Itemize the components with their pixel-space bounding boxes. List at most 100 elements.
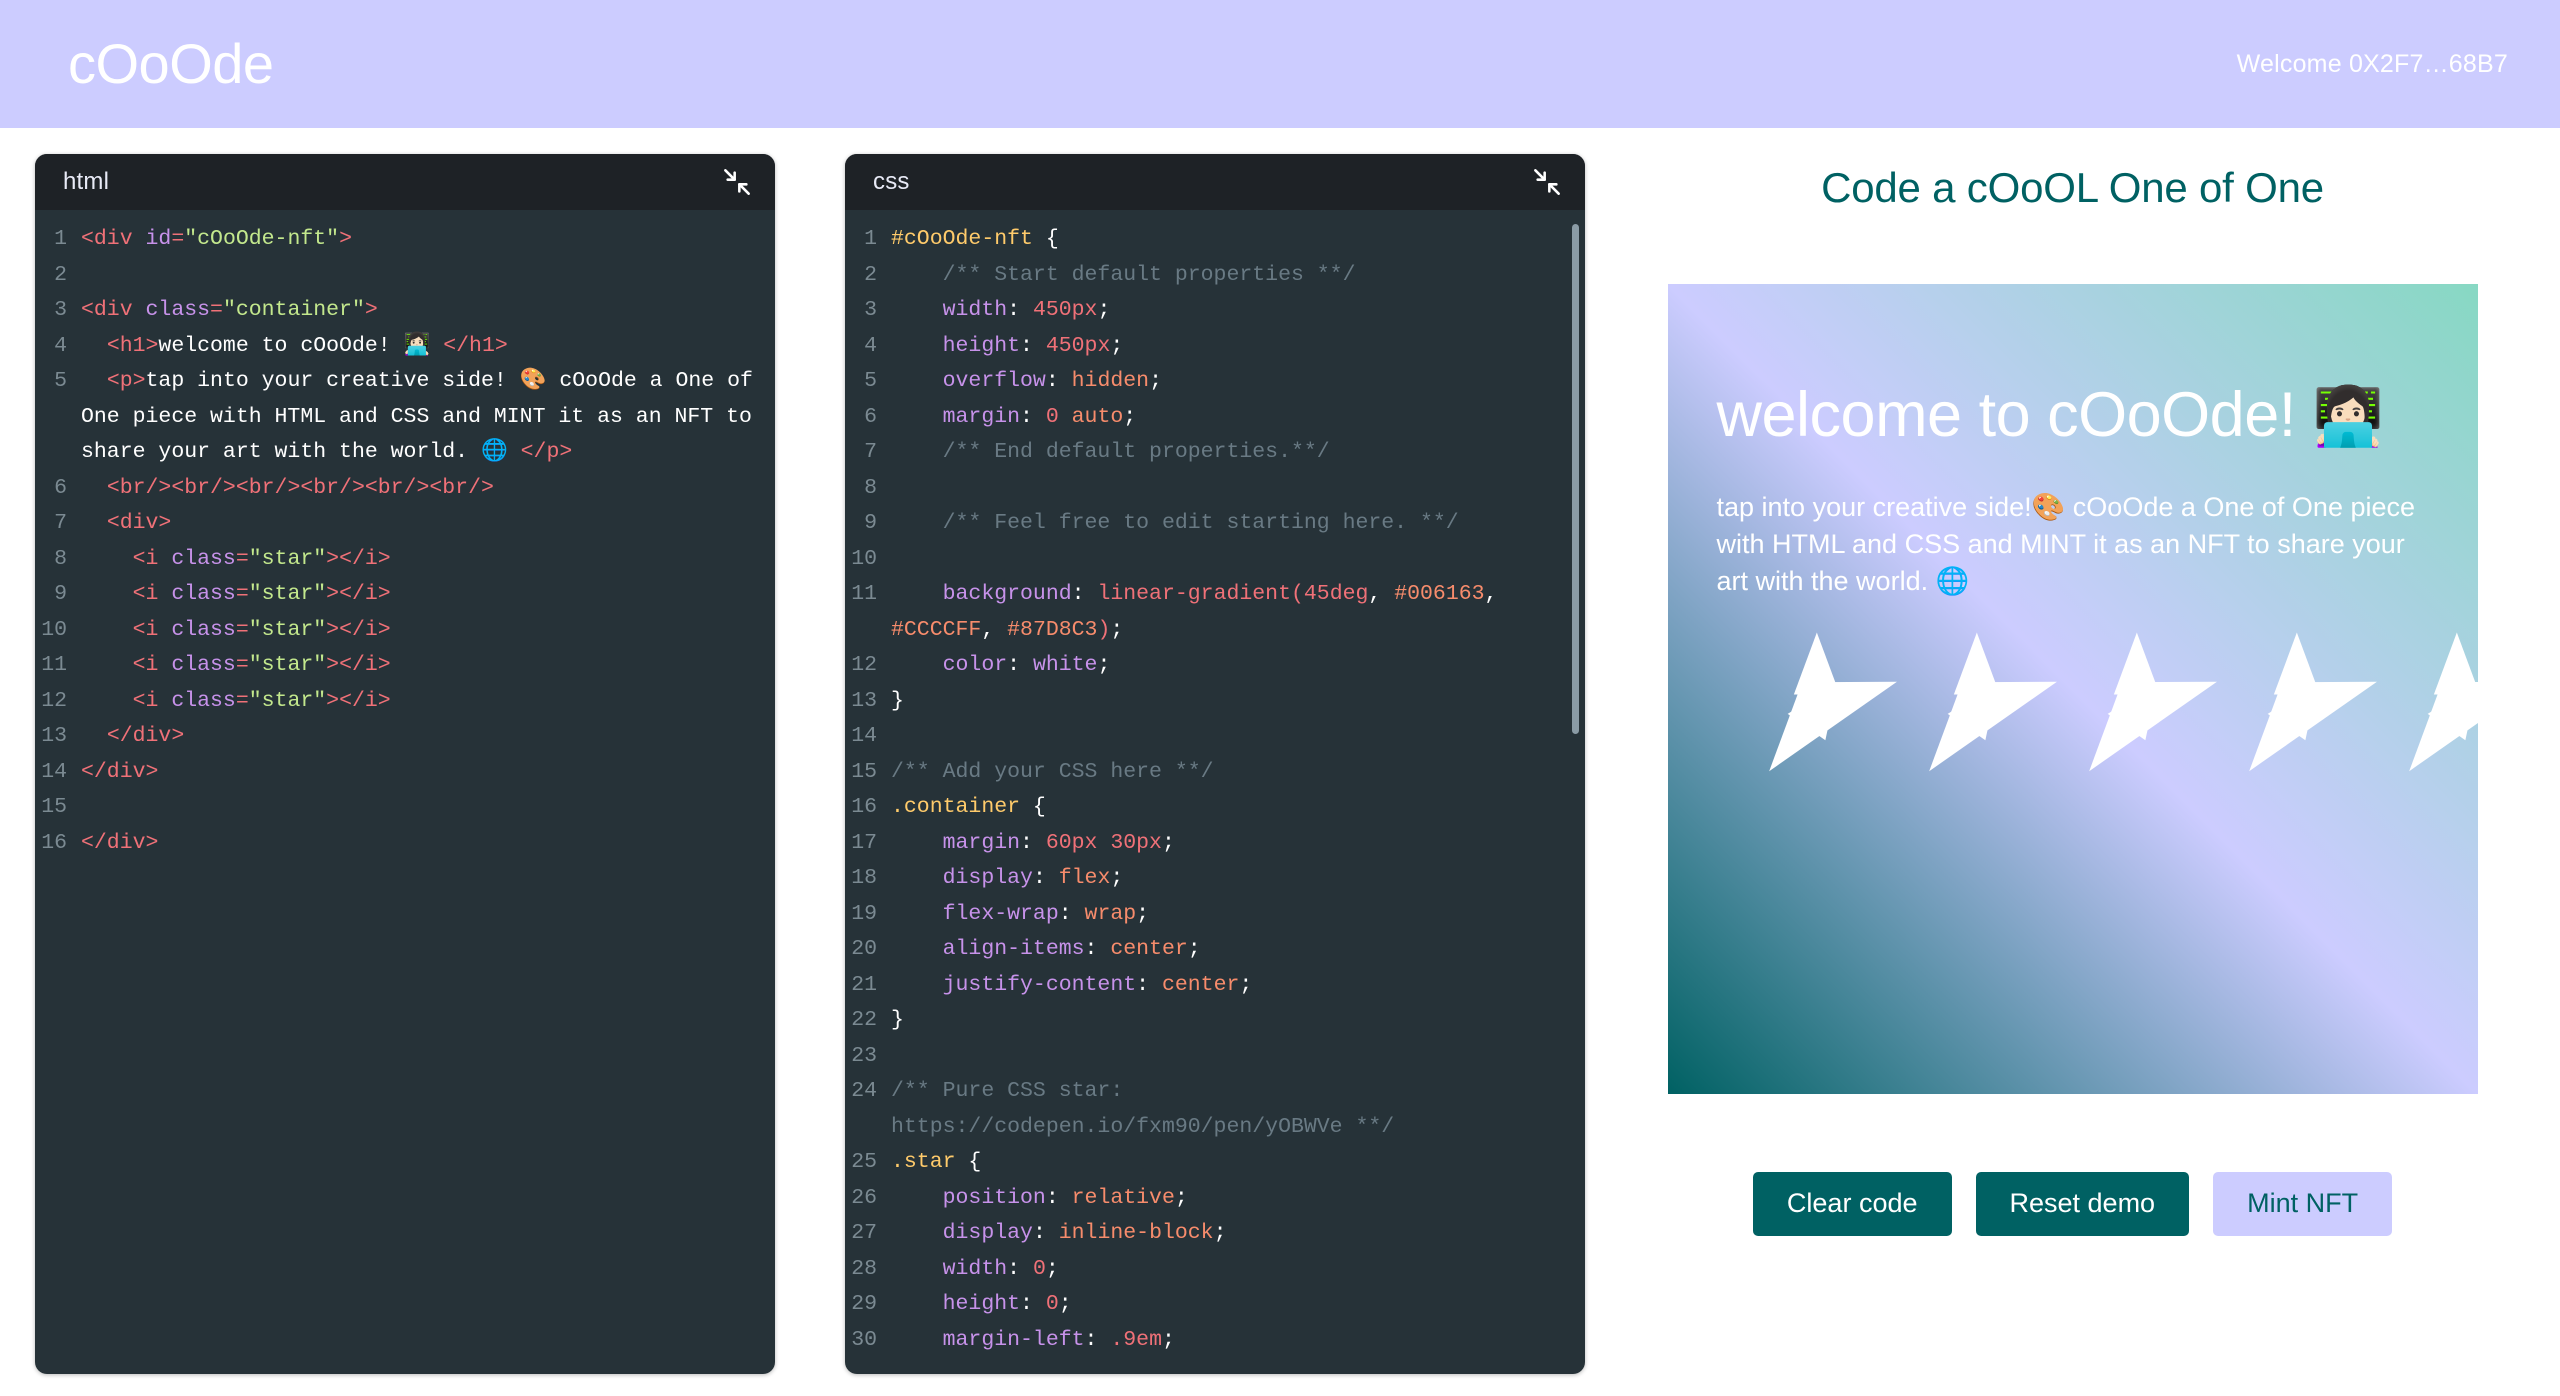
code-token: ; <box>1110 617 1124 642</box>
code-token: margin <box>891 830 1021 855</box>
css-editor-title: css <box>873 168 910 195</box>
code-line: 22} <box>845 1003 1585 1039</box>
code-line: 3 width: 450px; <box>845 293 1585 329</box>
html-editor-panel: html 1 <div id="cOoOde-nft"> 2 3 <div class… <box>35 154 775 1374</box>
mint-nft-button[interactable]: Mint NFT <box>2213 1172 2393 1236</box>
code-token: : <box>1032 866 1059 890</box>
code-token: #87D8C3 <box>1007 617 1098 642</box>
code-line-text: /** Add your CSS here **/ <box>891 755 1585 791</box>
collapse-arrows-icon[interactable] <box>1533 168 1561 196</box>
code-line: 1 <div id="cOoOde-nft"> <box>35 222 775 258</box>
code-line: 30 margin-left: .9em; <box>845 1323 1585 1359</box>
code-line: 5 <p>tap into your creative side! 🎨 cOoO… <box>35 364 775 471</box>
code-token: <br/><br/><br/><br/><br/><br/> <box>106 475 494 500</box>
code-token: : <box>1020 830 1046 855</box>
line-number: 11 <box>41 653 67 677</box>
code-line-text: color: white; <box>891 648 1585 684</box>
code-token: 60px 30px <box>1045 830 1162 855</box>
code-line: 14 </div> <box>35 755 775 791</box>
code-token: : <box>1084 1327 1111 1352</box>
brand-logo[interactable]: cOoOde <box>68 36 274 92</box>
code-token: ></i> <box>326 688 391 713</box>
code-token: wrap <box>1084 901 1137 926</box>
code-token: : <box>1045 1185 1072 1210</box>
code-token: class <box>171 653 236 677</box>
code-token: , <box>981 617 1008 642</box>
code-line-text: <i class="star"></i> <box>81 684 775 720</box>
code-token: } <box>891 1008 904 1032</box>
css-editor-panel: css 1 #cOoOde-nft {2 /** Start default pr… <box>845 154 1585 1374</box>
line-number: 8 <box>864 475 877 500</box>
html-code-area[interactable]: 1 <div id="cOoOde-nft"> 2 3 <div class="con… <box>35 210 775 1374</box>
code-line: 5 overflow: hidden; <box>845 364 1585 400</box>
code-token: 0 <box>1045 1292 1059 1316</box>
code-token: = <box>210 298 223 322</box>
code-line: 2 /** Start default properties **/ <box>845 258 1585 294</box>
reset-demo-button[interactable]: Reset demo <box>1975 1172 2190 1236</box>
code-token: ; <box>1213 1221 1227 1245</box>
code-token: 450px <box>1045 333 1111 358</box>
code-token: ; <box>1058 1292 1072 1316</box>
collapse-arrows-icon[interactable] <box>723 168 751 196</box>
code-line-text: .container { <box>891 790 1585 826</box>
code-token: /** Start default properties **/ <box>891 262 1356 287</box>
code-token: , <box>1484 582 1511 606</box>
code-token: #006163 <box>1394 582 1485 606</box>
code-token: = <box>235 546 249 571</box>
code-line: 11 background: linear-gradient(45deg, #0… <box>845 577 1585 648</box>
code-line: 20 align-items: center; <box>845 932 1585 968</box>
code-token: </div> <box>81 759 159 784</box>
code-line: 15 /** Add your CSS here **/ <box>845 755 1585 791</box>
code-token: overflow <box>891 369 1046 393</box>
code-line: 10 <box>845 542 1585 578</box>
line-number: 18 <box>851 866 877 890</box>
code-token: class <box>171 582 236 606</box>
line-number: 23 <box>851 1043 877 1068</box>
code-line-text: height: 450px; <box>891 329 1585 365</box>
css-code-area[interactable]: 1 #cOoOde-nft {2 /** Start default proper… <box>845 210 1585 1374</box>
code-token: ) <box>1097 617 1111 642</box>
css-editor-scrollbar[interactable] <box>1572 224 1579 734</box>
code-token: </div> <box>106 724 185 748</box>
nft-paragraph: tap into your creative side!🎨 cOoOde a O… <box>1717 489 2429 600</box>
line-number: 6 <box>864 404 877 429</box>
code-token: : <box>1071 582 1098 606</box>
code-token: inline-block <box>1058 1221 1214 1245</box>
nft-preview-canvas: welcome to cOoOde! 👩🏻‍💻 tap into your cr… <box>1667 284 2478 1094</box>
code-token: /** End default properties.**/ <box>891 440 1330 464</box>
code-line-text: display: flex; <box>891 861 1585 897</box>
code-token: <i <box>132 582 172 606</box>
code-token: } <box>891 688 904 713</box>
code-token: 45deg <box>1303 582 1369 606</box>
code-token: ; <box>1123 404 1137 429</box>
code-token: <div <box>81 227 146 251</box>
code-token: linear-gradient( <box>1097 582 1304 606</box>
code-line-text: overflow: hidden; <box>891 364 1585 400</box>
code-token: .container <box>891 795 1021 819</box>
line-number: 14 <box>41 759 67 784</box>
woman-technologist-emoji: 👩🏻‍💻 <box>2312 385 2384 449</box>
code-token: height <box>891 1292 1021 1316</box>
line-number: 4 <box>54 333 67 358</box>
code-token: : <box>1007 653 1033 677</box>
clear-code-button[interactable]: Clear code <box>1752 1172 1952 1236</box>
line-number: 6 <box>54 475 67 500</box>
code-token: /** Pure CSS star: https://codepen.io/fx… <box>891 1079 1395 1139</box>
nft-heading: welcome to cOoOde! 👩🏻‍💻 <box>1717 382 2429 449</box>
code-line-text: <div id="cOoOde-nft"> <box>81 222 775 258</box>
code-token: <i <box>132 617 172 642</box>
code-token: <div> <box>106 511 172 535</box>
code-token: : <box>1020 1292 1046 1316</box>
code-token: </div> <box>81 830 159 855</box>
line-number: 9 <box>54 582 67 606</box>
code-line-text: /** Start default properties **/ <box>891 258 1585 294</box>
code-line: 1 #cOoOde-nft { <box>845 222 1585 258</box>
code-token: : <box>1020 333 1046 358</box>
html-editor-title: html <box>63 168 110 195</box>
code-token: justify-content <box>891 972 1137 997</box>
